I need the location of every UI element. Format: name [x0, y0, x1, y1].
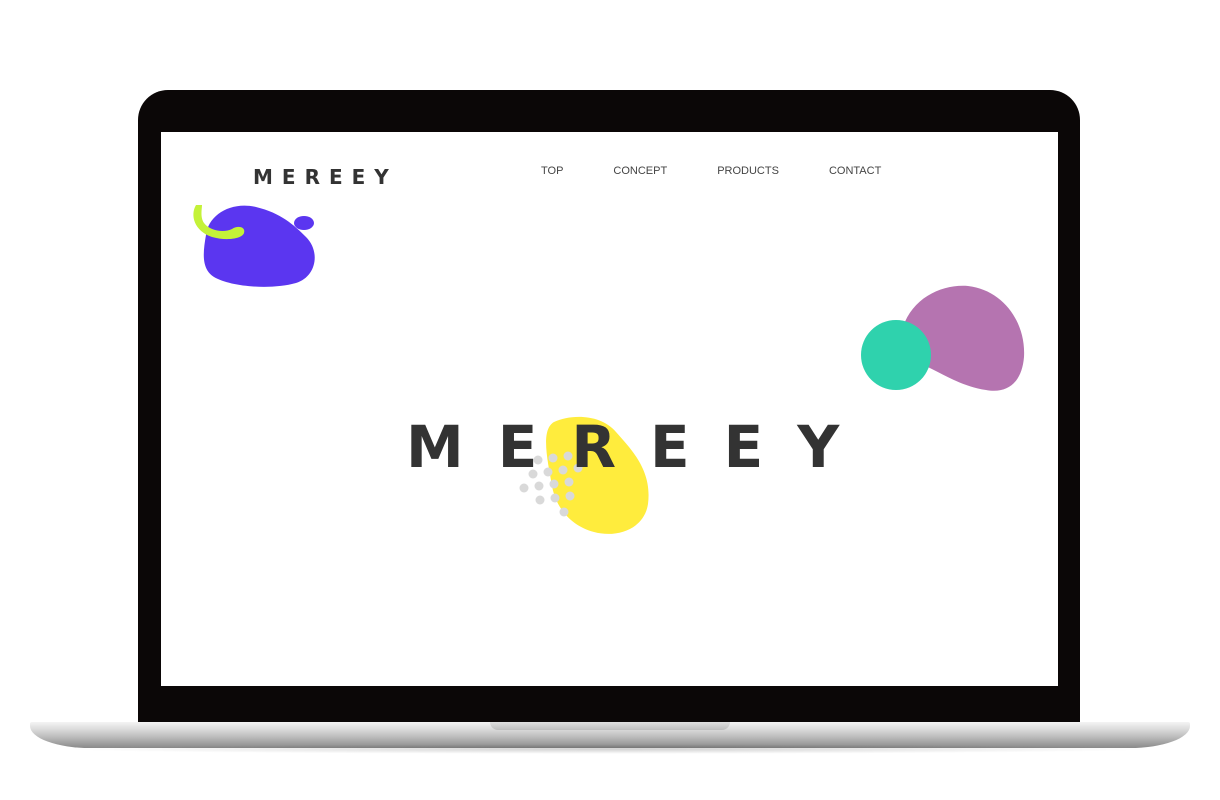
- nav-link-products[interactable]: PRODUCTS: [717, 165, 779, 177]
- nav-link-concept[interactable]: CONCEPT: [613, 165, 667, 177]
- page: MEREEY TOP CONCEPT PRODUCTS CONTACT MERE…: [0, 0, 1220, 800]
- nav-link-top[interactable]: TOP: [541, 165, 563, 177]
- laptop-notch: [490, 722, 730, 730]
- laptop-shadow: [60, 744, 1160, 754]
- nav-link-contact[interactable]: CONTACT: [829, 165, 881, 177]
- purple-blob-decoration: [193, 205, 315, 287]
- hero-title: MEREEY: [406, 413, 874, 481]
- site-logo[interactable]: MEREEY: [253, 165, 398, 189]
- site-nav: TOP CONCEPT PRODUCTS CONTACT: [541, 165, 881, 177]
- laptop-screen: MEREEY TOP CONCEPT PRODUCTS CONTACT MERE…: [161, 132, 1058, 686]
- mauve-teal-blob-decoration: [861, 285, 1025, 391]
